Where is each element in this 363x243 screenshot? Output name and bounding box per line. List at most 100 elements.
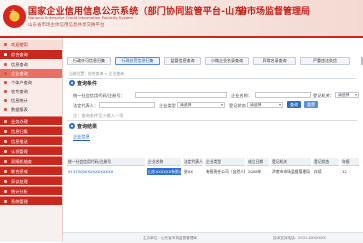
registration-authority-select[interactable]: 请选择 xyxy=(335,92,359,98)
emblem-star-icon: ★ xyxy=(9,8,18,18)
sidebar-bullet-icon xyxy=(4,150,7,153)
sidebar-item-label: 信息查询 xyxy=(11,62,28,67)
status-label: 登记状态 xyxy=(229,103,246,108)
sidebar-item[interactable]: 企业查询 xyxy=(0,69,62,78)
sidebar-item-label: 个体户查询 xyxy=(11,80,32,85)
sidebar-item[interactable]: 综合查询 xyxy=(0,50,62,59)
reset-button[interactable]: 重置 xyxy=(304,101,318,108)
sidebar-item-label: 联合惩戒 xyxy=(11,169,28,174)
table-cell: 有限责任公司（自然人投资） xyxy=(206,169,245,174)
query-button[interactable]: 查询 xyxy=(287,101,301,108)
sidebar-bullet-icon xyxy=(4,72,7,75)
search-hint: 注：查询条件至少输入一项 xyxy=(73,113,124,118)
table-cell: 12 xyxy=(342,169,347,174)
results-section-title: 查询结果 xyxy=(77,124,98,130)
sidebar-item[interactable]: 信息推送 xyxy=(0,136,62,145)
company-name-label: 企业名称： xyxy=(231,93,252,98)
sidebar-item[interactable]: 认领管理 xyxy=(0,146,62,155)
tab[interactable]: 行政处罚信息归集 xyxy=(115,57,160,65)
table-cell[interactable]: 91370000XXXXXXXXXX xyxy=(67,168,145,175)
sidebar-bullet-icon xyxy=(4,43,7,46)
column-header[interactable]: 登记状态 xyxy=(313,158,339,166)
sidebar-item[interactable]: 统计分析 xyxy=(0,186,62,195)
status-select[interactable]: 请选择 xyxy=(247,102,283,108)
tab[interactable]: 小微企业名录查询 xyxy=(205,57,249,65)
site-header: ★ 国家企业信用信息公示系统（部门协同监管平台-山东） National Ent… xyxy=(0,0,363,38)
sidebar-item-label: 认领管理 xyxy=(11,149,28,154)
column-header[interactable]: 登记机关 xyxy=(271,158,311,166)
breadcrumb: 当前位置：综合查询 > 企业查询 xyxy=(69,71,124,76)
column-header[interactable]: 法定代表人 xyxy=(183,158,203,166)
sidebar-bullet-icon xyxy=(4,63,7,66)
table-cell: 存续 xyxy=(314,169,322,174)
sidebar-item[interactable]: 信息归集 xyxy=(0,126,62,135)
sidebar-item[interactable]: 个体户查询 xyxy=(0,78,62,87)
sidebar-item[interactable]: 异议处理 xyxy=(0,176,62,185)
column-header[interactable]: 企业类型 xyxy=(205,158,245,166)
sidebar-item-label: 数据报表 xyxy=(11,107,28,112)
table-cell[interactable]: 山东XXXXXX有限公司 xyxy=(147,168,181,175)
sidebar-item-label: 信息统计 xyxy=(11,98,28,103)
divider xyxy=(67,120,357,121)
sidebar-item[interactable]: 系统管理 xyxy=(0,196,62,205)
sidebar-bullet-icon xyxy=(4,99,7,102)
company-name-input[interactable] xyxy=(255,92,311,98)
company-type-select[interactable]: 请选择 xyxy=(177,102,225,108)
sidebar-item-label: 欢迎使用 xyxy=(11,42,28,47)
sidebar-bullet-icon xyxy=(4,200,7,203)
search-section-title: 查询条件 xyxy=(77,81,98,87)
column-header[interactable]: 企业名称 xyxy=(147,158,181,166)
sidebar-bullet-icon xyxy=(4,120,7,123)
sidebar-bullet-icon xyxy=(4,140,7,143)
sidebar: 欢迎使用综合查询信息查询企业查询个体户查询农专查询信息统计数据报表业务办理信息归… xyxy=(0,38,63,242)
legal-rep-input[interactable] xyxy=(99,102,155,108)
sidebar-bullet-icon xyxy=(4,108,7,111)
sidebar-bullet-icon xyxy=(4,190,7,193)
sidebar-item-label: 异议处理 xyxy=(11,179,28,184)
sidebar-item[interactable]: 联合惩戒 xyxy=(0,166,62,175)
sidebar-item-label: 综合查询 xyxy=(11,52,28,57)
company-type-label: 企业类型 xyxy=(159,103,176,108)
results-section-icon xyxy=(69,123,75,129)
sidebar-item[interactable]: 信息查询 xyxy=(0,60,62,69)
column-header[interactable]: 成立日期 xyxy=(247,158,269,166)
table-cell: 2008年 xyxy=(248,169,262,174)
credit-code-label: 统一社会信用代码/注册号： xyxy=(73,93,125,98)
table-cell: 济南市市场监督管理局 xyxy=(272,169,310,174)
sidebar-item[interactable]: 数据报表 xyxy=(0,105,62,114)
sidebar-item-label: 系统管理 xyxy=(11,199,28,204)
tab[interactable]: 监管信息查询 xyxy=(164,57,201,65)
tab[interactable]: 严重违法失信 xyxy=(300,57,350,65)
sidebar-item-label: 业务办理 xyxy=(11,119,28,124)
sidebar-bullet-icon xyxy=(4,90,7,93)
tab[interactable]: 行政许可信息归集 xyxy=(67,57,111,65)
sidebar-item-label: 企业查询 xyxy=(11,71,28,76)
sidebar-item-label: 信息归集 xyxy=(11,129,28,134)
site-subtitle: 山东省市场主体信用信息共享交换平台 xyxy=(28,23,105,28)
sidebar-bullet-icon xyxy=(4,170,7,173)
sidebar-item[interactable]: 双随机抽查 xyxy=(0,156,62,165)
sidebar-item[interactable]: 业务办理 xyxy=(0,116,62,125)
credit-code-input[interactable] xyxy=(135,92,227,98)
table-cell: 张XX xyxy=(184,169,193,174)
column-header[interactable]: 年报 xyxy=(341,158,359,166)
column-header[interactable]: 统一社会信用代码/注册号 xyxy=(67,158,145,166)
sidebar-bullet-icon xyxy=(4,53,7,56)
footer: 主办单位：山东省市场监督管理局 技术支持电话：0531-XXXXXXX xyxy=(63,232,363,243)
department-name: 省市场监督管理局 xyxy=(238,7,311,17)
sidebar-bullet-icon xyxy=(4,180,7,183)
tab[interactable]: 异常名录查询 xyxy=(253,57,296,65)
main-content: 行政许可信息归集 行政处罚信息归集 监管信息查询 小微企业名录查询 异常名录查询 严重违法… xyxy=(63,38,363,242)
sidebar-item-label: 农专查询 xyxy=(11,89,28,94)
sidebar-bullet-icon xyxy=(4,130,7,133)
sidebar-item[interactable]: 农专查询 xyxy=(0,87,62,96)
sidebar-item-label: 统计分析 xyxy=(11,189,28,194)
results-tab[interactable]: 企业信息 xyxy=(73,134,90,141)
registration-authority-label: 登记机关： xyxy=(313,93,334,98)
sidebar-item[interactable]: 信息统计 xyxy=(0,96,62,105)
sidebar-bullet-icon xyxy=(4,81,7,84)
divider xyxy=(67,78,357,79)
sidebar-bullet-icon xyxy=(4,160,7,163)
sidebar-item[interactable]: 欢迎使用 xyxy=(0,40,62,49)
legal-rep-label: 法定代表人： xyxy=(73,103,99,108)
